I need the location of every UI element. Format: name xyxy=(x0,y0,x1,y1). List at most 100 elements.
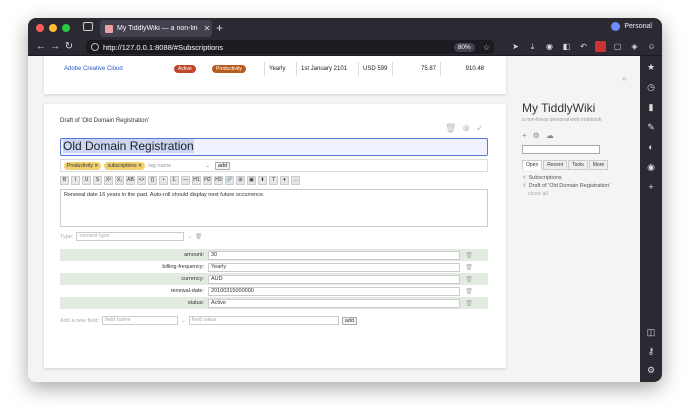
field-name-input[interactable]: field name xyxy=(102,316,179,325)
toolbar-button[interactable]: ▾ xyxy=(280,176,289,185)
type-delete-icon[interactable]: 🗑 xyxy=(195,234,202,240)
close-all-link[interactable]: close all xyxy=(522,190,610,198)
toolbar-button[interactable]: X₂ xyxy=(115,176,124,185)
delete-field-icon[interactable]: 🗑 xyxy=(460,276,478,283)
type-input[interactable]: content type xyxy=(76,232,185,241)
toolbar-button[interactable]: H2 xyxy=(203,176,212,185)
download-icon[interactable]: ⤓ xyxy=(527,41,538,52)
send-icon[interactable]: ➤ xyxy=(510,41,521,52)
extension-icon[interactable]: ◉ xyxy=(544,41,555,52)
tab-close-icon[interactable]: ✕ xyxy=(202,24,212,33)
toolbar-button[interactable]: • xyxy=(159,176,168,185)
shield-icon[interactable]: ◈ xyxy=(629,41,640,52)
close-icon[interactable]: ✕ xyxy=(522,183,527,189)
address-bar[interactable]: http://127.0.0.1:8088/#Subscriptions 80%… xyxy=(86,40,494,54)
toolbar-button[interactable]: 🔗 xyxy=(225,176,234,185)
title-input[interactable]: Old Domain Registration xyxy=(60,138,488,156)
toolbar-button[interactable]: … xyxy=(291,176,300,185)
tag-productivity[interactable]: Productivity ✕ xyxy=(64,161,102,170)
toolbar-button[interactable]: — xyxy=(181,176,190,185)
subscription-link[interactable]: Adobe Creative Cloud xyxy=(64,66,174,72)
field-value-input[interactable]: Active xyxy=(208,298,460,308)
maximize-window-button[interactable] xyxy=(62,24,70,32)
star-icon[interactable]: ★ xyxy=(646,62,657,73)
layout-icon[interactable]: ◫ xyxy=(646,327,657,338)
extension-icon[interactable]: ▢ xyxy=(612,41,623,52)
browser-tab[interactable]: My TiddlyWiki — a non-linear personal we… xyxy=(100,20,212,37)
type-dropdown-icon[interactable]: ⌄ xyxy=(187,234,192,240)
account-icon[interactable]: ☺ xyxy=(646,41,657,52)
field-dropdown-icon[interactable]: ⌄ xyxy=(181,318,186,324)
tab-recent[interactable]: Recent xyxy=(543,160,568,170)
delete-field-icon[interactable]: 🗑 xyxy=(460,300,478,307)
add-field-button[interactable]: add xyxy=(341,316,357,325)
field-name: currency: xyxy=(181,276,204,282)
back-button[interactable]: ← xyxy=(34,41,48,52)
toolbar-button[interactable]: S xyxy=(93,176,102,185)
key-icon[interactable]: ⚷ xyxy=(646,346,657,357)
sidebar-toggle-icon[interactable]: » xyxy=(622,74,626,83)
done-icon[interactable]: ✓ xyxy=(476,123,484,134)
list-item[interactable]: ✕ Draft of 'Old Domain Registration' xyxy=(522,182,610,190)
tab-more[interactable]: More xyxy=(588,160,609,170)
cancel-icon[interactable]: ⊗ xyxy=(462,123,470,134)
toolbar-button[interactable]: I xyxy=(71,176,80,185)
zoom-level[interactable]: 80% xyxy=(453,42,475,52)
toolbar-button[interactable]: T xyxy=(269,176,278,185)
delete-field-icon[interactable]: 🗑 xyxy=(460,252,478,259)
new-tab-button[interactable]: + xyxy=(216,20,223,36)
tag-dropdown-icon[interactable]: ⌄ xyxy=(203,163,212,169)
gear-icon[interactable]: ⚙ xyxy=(646,365,657,376)
tab-overview-icon[interactable] xyxy=(83,22,93,31)
add-tag-button[interactable]: add xyxy=(214,161,231,170)
bookmark-icon[interactable]: ▮ xyxy=(646,102,657,113)
toolbar-button[interactable]: U xyxy=(82,176,91,185)
profile-button[interactable]: Personal xyxy=(611,22,652,31)
toolbar-button[interactable]: <> xyxy=(137,176,146,185)
delete-field-icon[interactable]: 🗑 xyxy=(460,264,478,271)
toolbar-button[interactable]: X² xyxy=(104,176,113,185)
new-tiddler-icon[interactable]: + xyxy=(522,131,527,140)
toolbar-button[interactable]: B xyxy=(60,176,69,185)
field-value-input[interactable]: 20100315000000 xyxy=(208,286,460,296)
toolbar-button[interactable]: ⊞ xyxy=(236,176,245,185)
body-textarea[interactable]: Renewal date 16 years in the past. Auto-… xyxy=(60,189,488,227)
extension-icon[interactable]: ◐ xyxy=(646,142,657,153)
tag-name-input[interactable]: tag name xyxy=(148,163,200,169)
close-icon[interactable]: ✕ xyxy=(522,175,527,181)
history-icon[interactable]: ◷ xyxy=(646,82,657,93)
toolbar-button[interactable]: H3 xyxy=(214,176,223,185)
field-value-input[interactable]: AUD xyxy=(208,274,460,284)
cloud-icon[interactable]: ☁ xyxy=(546,131,554,140)
tab-tools[interactable]: Tools xyxy=(568,160,588,170)
site-info-icon[interactable] xyxy=(91,43,99,51)
delete-icon[interactable]: 🗑 xyxy=(445,123,456,134)
toolbar-button[interactable]: AB xyxy=(126,176,135,185)
field-value-input[interactable]: 30 xyxy=(208,250,460,260)
toolbar-button[interactable]: H1 xyxy=(192,176,201,185)
bookmark-star-icon[interactable]: ☆ xyxy=(483,43,490,52)
toolbar-button[interactable]: {} xyxy=(148,176,157,185)
tag-subscriptions[interactable]: subscriptions ✕ xyxy=(104,161,146,170)
delete-field-icon[interactable]: 🗑 xyxy=(460,288,478,295)
minimize-window-button[interactable] xyxy=(49,24,57,32)
toolbar-button[interactable]: ⬆ xyxy=(258,176,267,185)
reload-button[interactable]: ↻ xyxy=(62,41,76,52)
undo-icon[interactable]: ↶ xyxy=(578,41,589,52)
add-icon[interactable]: + xyxy=(646,182,657,193)
search-input[interactable] xyxy=(522,145,600,154)
settings-icon[interactable]: ⚙ xyxy=(533,131,540,140)
forward-button[interactable]: → xyxy=(48,41,62,52)
extension-icon[interactable]: ◧ xyxy=(561,41,572,52)
field-value-input[interactable]: field value xyxy=(188,316,339,325)
profile-avatar xyxy=(611,22,621,31)
list-item[interactable]: ✕ Subscriptions xyxy=(522,174,610,182)
close-window-button[interactable] xyxy=(36,24,44,32)
toolbar-button[interactable]: ▣ xyxy=(247,176,256,185)
extension-icon[interactable]: ◉ xyxy=(646,162,657,173)
field-value-input[interactable]: Yearly xyxy=(208,262,460,272)
extension-icon[interactable] xyxy=(595,41,606,52)
toolbar-button[interactable]: 1. xyxy=(170,176,179,185)
tab-open[interactable]: Open xyxy=(522,160,543,170)
pen-icon[interactable]: ✎ xyxy=(646,122,657,133)
